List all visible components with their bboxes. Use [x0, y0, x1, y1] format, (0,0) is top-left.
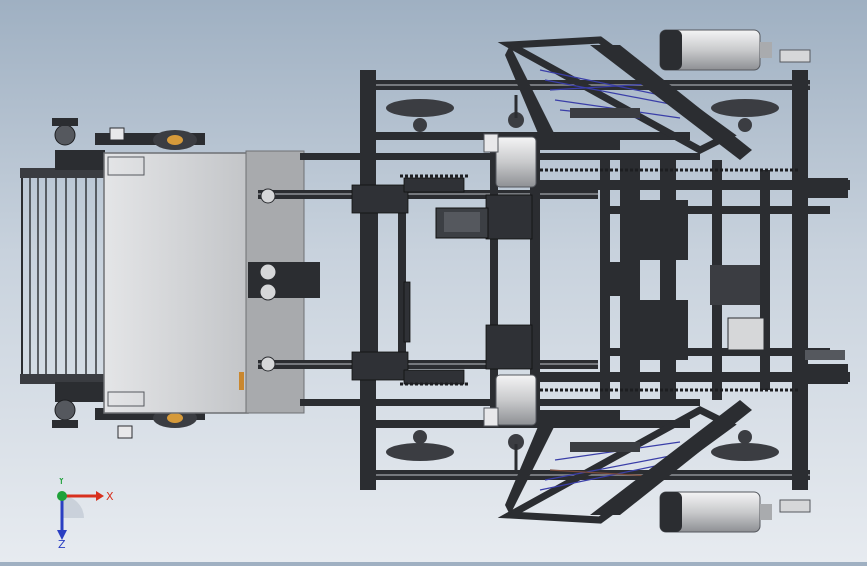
y-axis-label: Y: [57, 478, 65, 487]
center-motors: [435, 95, 537, 470]
intake-roller-assembly: [20, 118, 110, 428]
x-axis-arrow: [96, 491, 104, 501]
cad-viewport[interactable]: X Y Z: [0, 0, 867, 562]
x-axis-label: X: [106, 490, 114, 503]
y-axis-dot: [57, 491, 67, 501]
coordinate-triad: X Y Z: [57, 478, 114, 548]
z-axis-label: Z: [58, 538, 66, 548]
robot-assembly-model[interactable]: [0, 0, 867, 562]
